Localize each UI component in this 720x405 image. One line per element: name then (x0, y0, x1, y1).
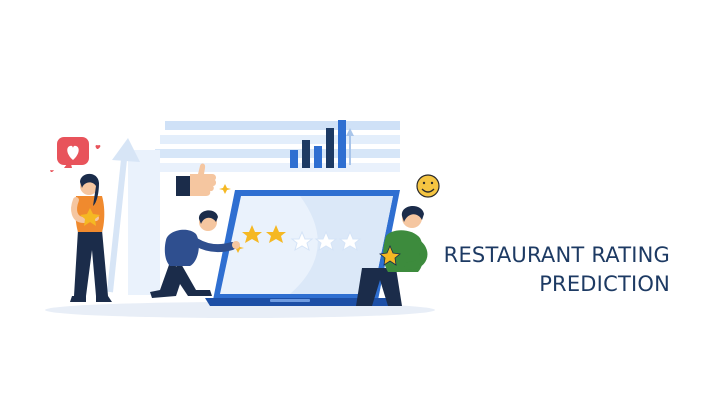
title-line-2: PREDICTION (539, 272, 670, 296)
title-line-1: RESTAURANT RATING (443, 243, 670, 267)
page-title: RESTAURANT RATING PREDICTION (400, 241, 670, 299)
heart-icon (50, 137, 101, 172)
rating-illustration (45, 120, 440, 318)
smiley-icon (416, 174, 440, 198)
woman-figure (70, 173, 112, 302)
page: RESTAURANT RATING PREDICTION (0, 0, 720, 405)
